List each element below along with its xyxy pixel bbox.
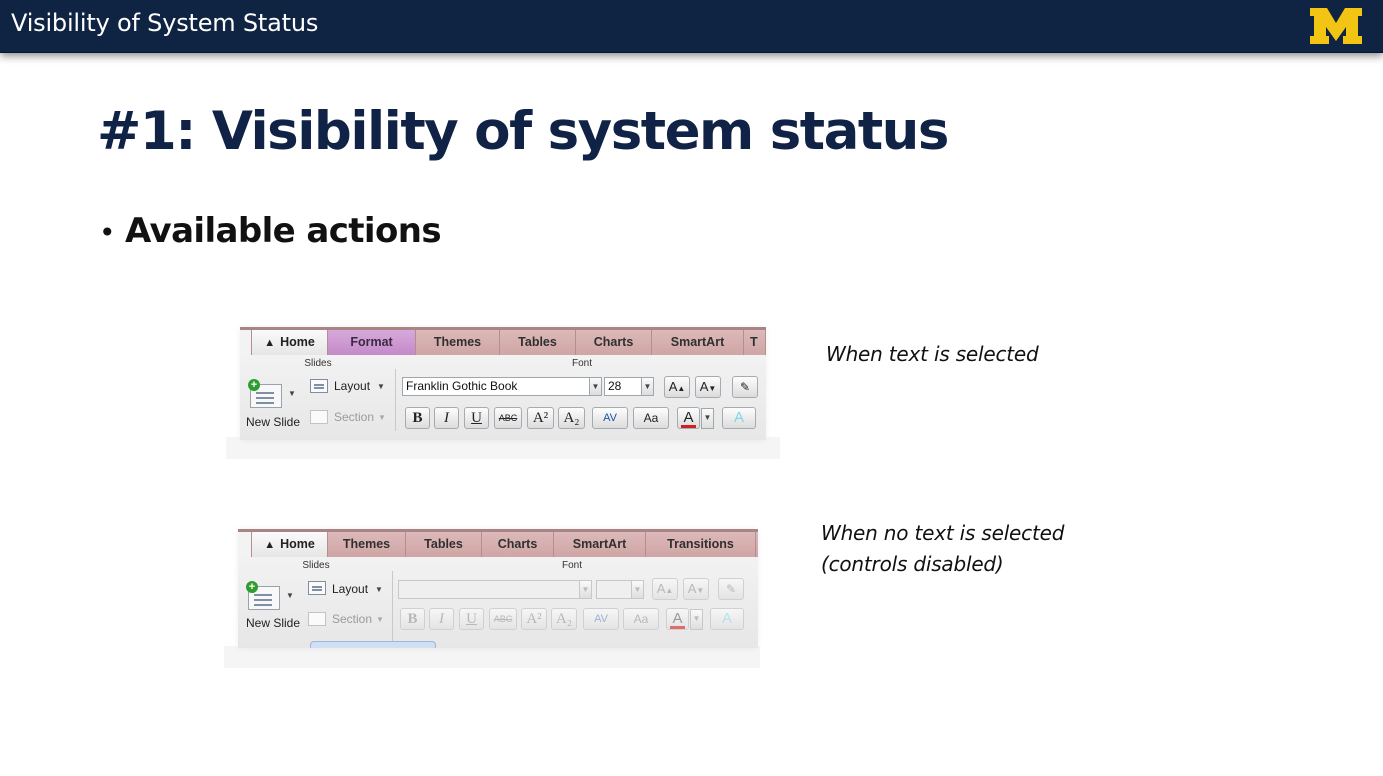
- superscript-button[interactable]: A²: [527, 407, 554, 429]
- section-button[interactable]: Section: [334, 410, 374, 424]
- bold-button[interactable]: B: [400, 608, 425, 630]
- font-size-dropdown-icon[interactable]: ▼: [631, 580, 644, 599]
- new-slide-dropdown-icon[interactable]: ▼: [288, 389, 296, 398]
- font-size-field[interactable]: [596, 580, 632, 599]
- tab-transitions-partial[interactable]: T: [744, 330, 766, 355]
- clear-formatting-icon[interactable]: ✎: [718, 578, 744, 600]
- block-m-logo: [1310, 8, 1362, 44]
- add-plus-icon: +: [248, 379, 260, 391]
- font-color-swatch: [681, 425, 696, 428]
- layout-dropdown-icon[interactable]: ▼: [375, 585, 383, 594]
- tab-themes[interactable]: Themes: [328, 532, 406, 557]
- bullet-dot-icon: •: [99, 216, 116, 249]
- grow-font-button[interactable]: A▲: [664, 376, 690, 398]
- font-name-dropdown-icon[interactable]: ▼: [579, 580, 592, 599]
- section-dropdown-icon[interactable]: ▼: [376, 615, 384, 624]
- font-color-swatch: [670, 626, 685, 629]
- home-icon: ▲: [264, 539, 276, 551]
- caption-selected: When text is selected: [826, 342, 1039, 366]
- tab-themes[interactable]: Themes: [416, 330, 500, 355]
- caption-not-selected-line2: (controls disabled): [821, 552, 1004, 576]
- caption-not-selected: When no text is selected (controls disab…: [821, 518, 1064, 580]
- view-toggle-partial[interactable]: [310, 641, 436, 648]
- header-title: Visibility of System Status: [11, 9, 319, 37]
- strikethrough-button[interactable]: ABC: [494, 407, 522, 429]
- section-dropdown-icon[interactable]: ▼: [378, 413, 386, 422]
- tab-charts[interactable]: Charts: [482, 532, 554, 557]
- bold-button[interactable]: B: [405, 407, 430, 429]
- group-separator: [392, 571, 393, 641]
- group-label-slides: Slides: [304, 358, 332, 369]
- new-slide-dropdown-icon[interactable]: ▼: [286, 591, 294, 600]
- font-color-dropdown-icon[interactable]: ▼: [690, 609, 703, 630]
- font-size-dropdown-icon[interactable]: ▼: [641, 377, 654, 396]
- add-plus-icon: +: [246, 581, 258, 593]
- tab-format[interactable]: Format: [328, 330, 416, 355]
- font-name-field[interactable]: [398, 580, 580, 599]
- font-color-dropdown-icon[interactable]: ▼: [701, 408, 714, 429]
- new-slide-label[interactable]: New Slide: [246, 616, 300, 630]
- ribbon-2-shadow: [224, 646, 760, 668]
- clear-formatting-icon[interactable]: ✎: [732, 376, 758, 398]
- strikethrough-button[interactable]: ABC: [489, 608, 517, 630]
- layout-dropdown-icon[interactable]: ▼: [377, 382, 385, 391]
- tab-tables[interactable]: Tables: [406, 532, 482, 557]
- tab-spacer: [238, 532, 252, 557]
- group-label-font: Font: [561, 560, 582, 571]
- ribbon-1-shadow: [226, 437, 780, 459]
- font-name-field[interactable]: Franklin Gothic Book: [402, 377, 590, 396]
- text-effects-button[interactable]: A: [722, 407, 756, 429]
- new-slide-label[interactable]: New Slide: [246, 415, 300, 429]
- tab-transitions[interactable]: Transitions: [646, 532, 756, 557]
- bullet-text: Available actions: [125, 211, 442, 251]
- italic-button[interactable]: I: [434, 407, 459, 429]
- subscript-button[interactable]: A₂: [551, 608, 577, 630]
- ribbon-text-not-selected: ▲ Home Themes Tables Charts SmartArt Tran…: [238, 529, 758, 648]
- tab-smartart[interactable]: SmartArt: [652, 330, 744, 355]
- section-icon: [310, 410, 328, 424]
- change-case-button[interactable]: Aa: [623, 608, 659, 630]
- font-name-dropdown-icon[interactable]: ▼: [589, 377, 602, 396]
- tab-tables[interactable]: Tables: [500, 330, 576, 355]
- group-separator: [395, 369, 396, 431]
- tab-smartart[interactable]: SmartArt: [554, 532, 646, 557]
- layout-icon: [310, 379, 328, 393]
- shrink-font-button[interactable]: A▼: [683, 578, 709, 600]
- tab-home[interactable]: ▲ Home: [252, 532, 328, 557]
- layout-button[interactable]: Layout: [332, 582, 368, 596]
- shrink-font-button[interactable]: A▼: [695, 376, 721, 398]
- grow-font-button[interactable]: A▲: [652, 578, 678, 600]
- ribbon-tab-bar: ▲ Home Themes Tables Charts SmartArt Tran…: [238, 529, 758, 557]
- slide-title: #1: Visibility of system status: [97, 101, 949, 162]
- group-label-slides: Slides: [302, 560, 330, 571]
- character-spacing-button[interactable]: AV: [583, 608, 619, 630]
- underline-button[interactable]: U: [464, 407, 489, 429]
- ribbon-tab-bar: ▲ Home Format Themes Tables Charts SmartA…: [240, 327, 766, 355]
- section-button[interactable]: Section: [332, 612, 372, 626]
- group-label-font: Font: [571, 358, 592, 369]
- tab-home[interactable]: ▲ Home: [252, 330, 328, 355]
- header-bar: Visibility of System Status: [0, 0, 1383, 53]
- font-size-field[interactable]: 28: [604, 377, 642, 396]
- subscript-button[interactable]: A₂: [558, 407, 585, 429]
- italic-button[interactable]: I: [429, 608, 454, 630]
- underline-button[interactable]: U: [459, 608, 484, 630]
- layout-button[interactable]: Layout: [334, 379, 370, 393]
- home-icon: ▲: [264, 337, 276, 349]
- text-effects-button[interactable]: A: [710, 608, 744, 630]
- character-spacing-button[interactable]: AV: [592, 407, 628, 429]
- caption-not-selected-line1: When no text is selected: [821, 521, 1065, 545]
- tab-charts[interactable]: Charts: [576, 330, 652, 355]
- superscript-button[interactable]: A²: [521, 608, 547, 630]
- bullet-item: • Available actions: [99, 211, 442, 251]
- tab-spacer: [240, 330, 252, 355]
- ribbon-text-selected: ▲ Home Format Themes Tables Charts SmartA…: [240, 327, 766, 440]
- section-icon: [308, 612, 326, 626]
- change-case-button[interactable]: Aa: [633, 407, 669, 429]
- layout-icon: [308, 581, 326, 595]
